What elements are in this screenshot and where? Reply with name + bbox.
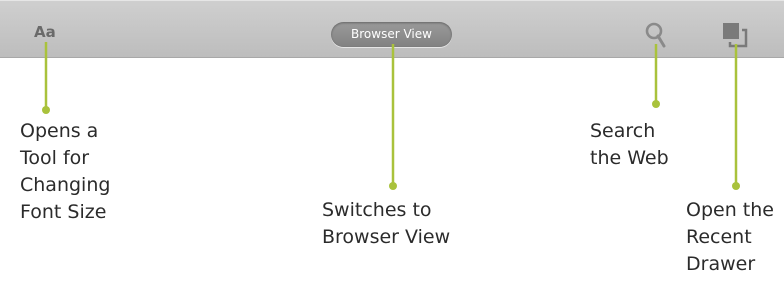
callout-line: Opens a <box>20 120 99 142</box>
callout-search: Search the Web <box>590 118 669 172</box>
callout-line: Drawer <box>686 253 756 275</box>
callout-line: Recent <box>686 226 752 248</box>
callout-browser-view: Switches to Browser View <box>322 197 450 251</box>
callout-line: the Web <box>590 147 669 169</box>
callout-line: Browser View <box>322 226 451 248</box>
callout-line: Switches to <box>322 199 432 221</box>
callout-line: Font Size <box>20 201 107 223</box>
callout-line: Open the <box>686 199 774 221</box>
leader-browser-view <box>389 44 397 190</box>
leader-search <box>652 44 660 108</box>
callout-line: Tool for <box>20 147 90 169</box>
callout-font-size: Opens a Tool for Changing Font Size <box>20 118 110 226</box>
callout-recent-drawer: Open the Recent Drawer <box>686 197 774 278</box>
callout-line: Changing <box>20 174 111 196</box>
leader-recent-drawer <box>732 44 740 190</box>
leader-font-size <box>42 42 50 114</box>
callout-line: Search <box>590 120 656 142</box>
